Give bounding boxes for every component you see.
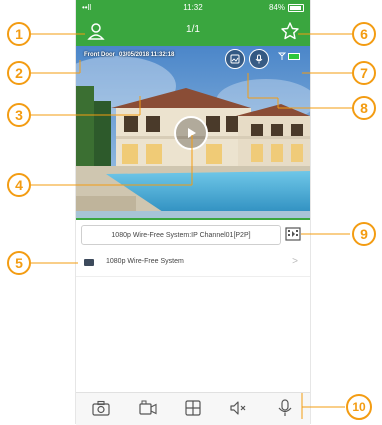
mute-icon[interactable] [227, 397, 249, 419]
video-timestamp: 03/05/2018 11:32:18 [119, 52, 175, 58]
video-overlay-text: Front Door 03/05/2018 11:32:18 [84, 52, 174, 58]
channel-selector[interactable]: 1080p Wire-Free System:IP Channel01[P2P] [81, 225, 281, 245]
callout-5: 5 [7, 251, 31, 275]
camera-name: Front Door [84, 52, 115, 58]
bottom-toolbar [76, 392, 310, 425]
battery-percent: 84% [268, 3, 285, 12]
record-icon[interactable] [137, 397, 159, 419]
live-video[interactable]: Front Door 03/05/2018 11:32:18 [76, 46, 310, 219]
callout-7: 7 [352, 61, 376, 85]
app-header: 1/1 [76, 16, 310, 46]
page-title: 1/1 [186, 24, 200, 35]
battery-icon [288, 3, 304, 12]
chevron-right-icon: > [292, 256, 298, 267]
device-name: 1080p Wire-Free System [106, 258, 184, 265]
grid-icon[interactable] [182, 397, 204, 419]
status-bar: ••ll 11:32 84% [76, 0, 310, 16]
callout-2: 2 [7, 61, 31, 85]
callout-8: 8 [352, 96, 376, 120]
callout-9: 9 [352, 222, 376, 246]
device-icon [84, 259, 94, 266]
camera-battery-icon [288, 52, 300, 60]
clip-icon[interactable] [284, 225, 302, 243]
video-action-buttons [225, 49, 269, 69]
callout-10: 10 [346, 394, 372, 420]
play-icon [188, 128, 196, 138]
star-icon[interactable] [280, 21, 300, 41]
play-button[interactable] [174, 116, 208, 150]
camera-status [278, 52, 300, 60]
status-right: 84% [269, 3, 304, 12]
video-divider [76, 218, 310, 220]
app-screen: ••ll 11:32 84% 1/1 Front Door 03/05/2018… [75, 0, 311, 425]
callout-3: 3 [7, 103, 31, 127]
callout-1: 1 [7, 22, 31, 46]
signal-icon [278, 52, 286, 60]
snapshot-icon[interactable] [225, 49, 245, 69]
mic-icon[interactable] [249, 49, 269, 69]
callout-6: 6 [352, 22, 376, 46]
device-row[interactable]: 1080p Wire-Free System > [76, 250, 310, 277]
microphone-icon[interactable] [274, 397, 296, 419]
callout-4: 4 [7, 173, 31, 197]
camera-icon[interactable] [90, 397, 112, 419]
